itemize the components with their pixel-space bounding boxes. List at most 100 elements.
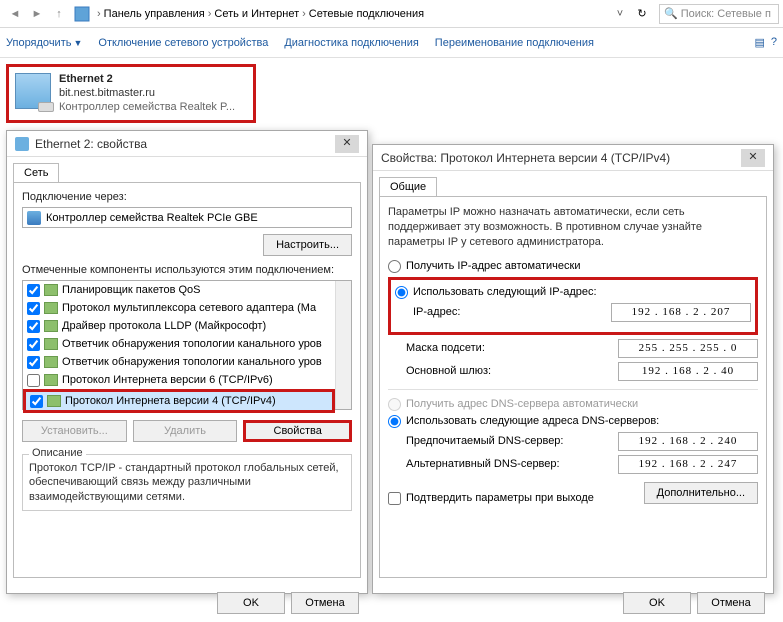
component-row[interactable]: Протокол Интернета версии 4 (TCP/IPv4) bbox=[26, 392, 332, 410]
network-icon bbox=[15, 137, 29, 151]
connection-name: Ethernet 2 bbox=[59, 73, 113, 85]
ok-button[interactable]: OK bbox=[217, 592, 285, 614]
adapter-name: Контроллер семейства Realtek PCIe GBE bbox=[46, 212, 258, 224]
component-label: Ответчик обнаружения топологии канальног… bbox=[62, 338, 322, 350]
breadcrumb[interactable]: › Панель управления › Сеть и Интернет › … bbox=[70, 4, 428, 24]
info-text: Параметры IP можно назначать автоматичес… bbox=[388, 205, 758, 250]
mask-input[interactable]: 255 . 255 . 255 . 0 bbox=[618, 339, 758, 358]
cancel-button[interactable]: Отмена bbox=[697, 592, 765, 614]
component-row[interactable]: Протокол мультиплексора сетевого адаптер… bbox=[23, 299, 351, 317]
configure-button[interactable]: Настроить... bbox=[263, 234, 352, 256]
description-legend: Описание bbox=[29, 447, 86, 459]
protocol-icon bbox=[47, 395, 61, 407]
forward-button[interactable]: ► bbox=[26, 4, 48, 24]
protocol-icon bbox=[44, 320, 58, 332]
cancel-button[interactable]: Отмена bbox=[291, 592, 359, 614]
chevron-right-icon: › bbox=[299, 8, 309, 20]
component-row[interactable]: Ответчик обнаружения топологии канальног… bbox=[23, 353, 351, 371]
ip-input[interactable]: 192 . 168 . 2 . 207 bbox=[611, 303, 751, 322]
network-adapter-icon bbox=[15, 73, 51, 109]
component-label: Планировщик пакетов QoS bbox=[62, 284, 201, 296]
dialog-title-bar[interactable]: Ethernet 2: свойства ✕ bbox=[7, 131, 367, 157]
protocol-icon bbox=[44, 338, 58, 350]
description-text: Протокол TCP/IP - стандартный протокол г… bbox=[29, 461, 345, 504]
address-dropdown[interactable]: ˅ bbox=[611, 8, 629, 20]
organize-menu[interactable]: Упорядочить▼ bbox=[6, 37, 82, 49]
address-bar: ◄ ► ↑ › Панель управления › Сеть и Интер… bbox=[0, 0, 783, 28]
breadcrumb-part[interactable]: Сеть и Интернет bbox=[214, 8, 299, 20]
dns1-input[interactable]: 192 . 168 . 2 . 240 bbox=[618, 432, 758, 451]
advanced-button[interactable]: Дополнительно... bbox=[644, 482, 758, 504]
component-checkbox[interactable] bbox=[27, 320, 40, 333]
validate-checkbox[interactable]: Подтвердить параметры при выходе bbox=[388, 492, 594, 505]
ok-button[interactable]: OK bbox=[623, 592, 691, 614]
components-label: Отмеченные компоненты используются этим … bbox=[22, 264, 352, 276]
dialog-title: Свойства: Протокол Интернета версии 4 (T… bbox=[381, 151, 670, 165]
component-checkbox[interactable] bbox=[27, 374, 40, 387]
dialog-title: Ethernet 2: свойства bbox=[35, 137, 147, 151]
connect-via-label: Подключение через: bbox=[22, 191, 352, 203]
search-placeholder: Поиск: Сетевые п bbox=[681, 8, 771, 20]
protocol-icon bbox=[44, 374, 58, 386]
protocol-icon bbox=[44, 284, 58, 296]
scrollbar[interactable] bbox=[335, 281, 351, 409]
view-button[interactable]: ▤ bbox=[754, 36, 764, 49]
component-row[interactable]: Протокол Интернета версии 6 (TCP/IPv6) bbox=[23, 371, 351, 389]
protocol-icon bbox=[44, 302, 58, 314]
component-row[interactable]: Ответчик обнаружения топологии канальног… bbox=[23, 335, 351, 353]
dns2-label: Альтернативный DNS-сервер: bbox=[406, 458, 618, 470]
toolbar: Упорядочить▼ Отключение сетевого устройс… bbox=[0, 28, 783, 58]
back-button[interactable]: ◄ bbox=[4, 4, 26, 24]
properties-button[interactable]: Свойства bbox=[243, 420, 352, 442]
use-dns-radio[interactable]: Использовать следующие адреса DNS-сервер… bbox=[388, 415, 758, 428]
disable-device-button[interactable]: Отключение сетевого устройства bbox=[98, 37, 268, 49]
up-button[interactable]: ↑ bbox=[48, 4, 70, 24]
component-label: Драйвер протокола LLDP (Майкрософт) bbox=[62, 320, 266, 332]
component-checkbox[interactable] bbox=[27, 356, 40, 369]
dns1-label: Предпочитаемый DNS-сервер: bbox=[406, 435, 618, 447]
mask-label: Маска подсети: bbox=[406, 342, 618, 354]
use-ip-radio[interactable]: Использовать следующий IP-адрес: bbox=[395, 286, 751, 299]
adapter-field: Контроллер семейства Realtek PCIe GBE bbox=[22, 207, 352, 228]
component-label: Протокол Интернета версии 6 (TCP/IPv6) bbox=[62, 374, 273, 386]
component-label: Протокол Интернета версии 4 (TCP/IPv4) bbox=[65, 395, 276, 407]
control-panel-icon bbox=[74, 6, 90, 22]
help-button[interactable]: ? bbox=[771, 36, 777, 49]
chevron-right-icon: › bbox=[205, 8, 215, 20]
gateway-input[interactable]: 192 . 168 . 2 . 40 bbox=[618, 362, 758, 381]
search-input[interactable]: 🔍 Поиск: Сетевые п bbox=[659, 4, 779, 24]
component-checkbox[interactable] bbox=[27, 284, 40, 297]
chevron-down-icon: ▼ bbox=[73, 38, 82, 48]
tab-network[interactable]: Сеть bbox=[13, 163, 59, 182]
connection-item[interactable]: Ethernet 2 bit.nest.bitmaster.ru Контрол… bbox=[6, 64, 256, 123]
component-label: Протокол мультиплексора сетевого адаптер… bbox=[62, 302, 316, 314]
ethernet-properties-dialog: Ethernet 2: свойства ✕ Сеть Подключение … bbox=[6, 130, 368, 594]
components-list[interactable]: Планировщик пакетов QoS Протокол мультипл… bbox=[22, 280, 352, 410]
component-label: Ответчик обнаружения топологии канальног… bbox=[62, 356, 322, 368]
close-button[interactable]: ✕ bbox=[741, 149, 765, 167]
auto-ip-radio[interactable]: Получить IP-адрес автоматически bbox=[388, 260, 758, 273]
breadcrumb-part[interactable]: Панель управления bbox=[104, 8, 205, 20]
component-checkbox[interactable] bbox=[30, 395, 43, 408]
install-button[interactable]: Установить... bbox=[22, 420, 127, 442]
connection-device: Контроллер семейства Realtek P... bbox=[59, 101, 235, 115]
component-checkbox[interactable] bbox=[27, 302, 40, 315]
diagnose-button[interactable]: Диагностика подключения bbox=[284, 37, 418, 49]
dns2-input[interactable]: 192 . 168 . 2 . 247 bbox=[618, 455, 758, 474]
gateway-label: Основной шлюз: bbox=[406, 365, 618, 377]
remove-button[interactable]: Удалить bbox=[133, 420, 238, 442]
rename-button[interactable]: Переименование подключения bbox=[435, 37, 594, 49]
nic-icon bbox=[27, 211, 41, 225]
dialog-title-bar[interactable]: Свойства: Протокол Интернета версии 4 (T… bbox=[373, 145, 773, 171]
breadcrumb-part[interactable]: Сетевые подключения bbox=[309, 8, 424, 20]
component-row[interactable]: Драйвер протокола LLDP (Майкрософт) bbox=[23, 317, 351, 335]
connection-domain: bit.nest.bitmaster.ru bbox=[59, 87, 235, 101]
ip-label: IP-адрес: bbox=[413, 306, 611, 318]
component-checkbox[interactable] bbox=[27, 338, 40, 351]
refresh-button[interactable]: ↻ bbox=[633, 7, 651, 20]
search-icon: 🔍 bbox=[664, 7, 678, 20]
close-button[interactable]: ✕ bbox=[335, 135, 359, 153]
tab-general[interactable]: Общие bbox=[379, 177, 437, 196]
component-row[interactable]: Планировщик пакетов QoS bbox=[23, 281, 351, 299]
auto-dns-radio: Получить адрес DNS-сервера автоматически bbox=[388, 398, 758, 411]
